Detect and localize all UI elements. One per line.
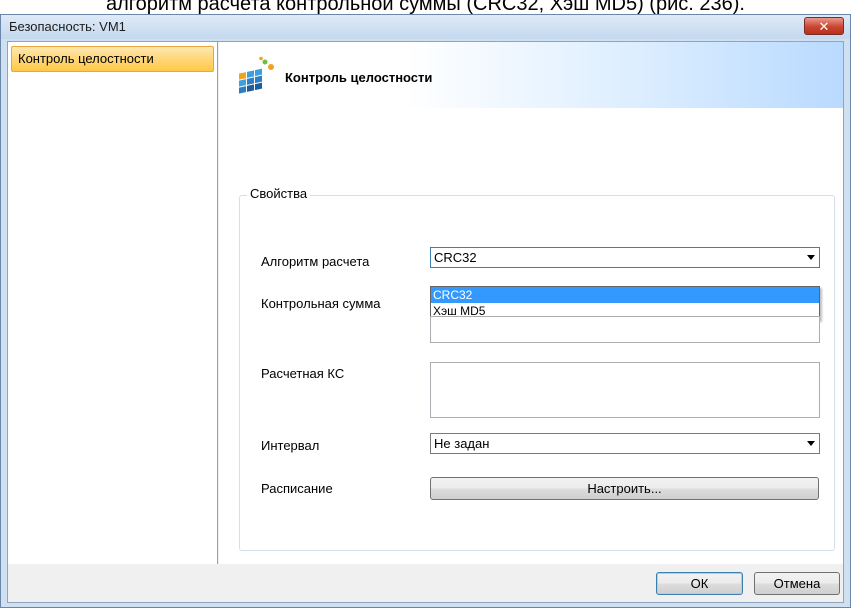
section-header: Контроль целостности	[219, 42, 843, 108]
integrity-icon	[239, 56, 274, 94]
checksum-field[interactable]	[430, 316, 820, 343]
close-icon: ✕	[818, 19, 830, 34]
dialog-footer: ОК Отмена	[8, 564, 843, 602]
interval-label: Интервал	[261, 438, 320, 453]
title-bar[interactable]: Безопасность: VM1 ✕	[1, 15, 850, 39]
ok-button[interactable]: ОК	[656, 572, 743, 595]
chevron-down-icon[interactable]	[807, 441, 815, 446]
main-panel: Контроль целостности Свойства Алгоритм р…	[219, 42, 843, 564]
properties-group-label: Свойства	[247, 186, 311, 201]
sidebar-item-integrity-control[interactable]: Контроль целостности	[11, 46, 214, 72]
security-dialog: Безопасность: VM1 ✕ Контроль целостности	[0, 14, 851, 608]
interval-select-value: Не задан	[434, 436, 490, 451]
close-button[interactable]: ✕	[804, 17, 844, 35]
algorithm-select-value: CRC32	[434, 250, 477, 265]
dropdown-option-crc32[interactable]: CRC32	[431, 287, 819, 303]
configure-schedule-button[interactable]: Настроить...	[430, 477, 819, 500]
interval-select[interactable]: Не задан	[430, 433, 820, 454]
algorithm-label: Алгоритм расчета	[261, 254, 370, 269]
calc-checksum-field[interactable]	[430, 362, 820, 418]
sidebar: Контроль целостности	[8, 42, 218, 564]
algorithm-select[interactable]: CRC32	[430, 247, 820, 268]
algorithm-dropdown-list: CRC32 Хэш MD5	[430, 286, 820, 320]
section-title: Контроль целостности	[285, 70, 433, 85]
dialog-client-area: Контроль целостности Контроль целостност…	[7, 41, 844, 603]
schedule-label: Расписание	[261, 481, 333, 496]
calc-checksum-label: Расчетная КС	[261, 366, 345, 381]
cancel-button[interactable]: Отмена	[754, 572, 840, 595]
window-title: Безопасность: VM1	[9, 19, 126, 34]
chevron-down-icon[interactable]	[807, 255, 815, 260]
checksum-label: Контрольная сумма	[261, 296, 381, 311]
